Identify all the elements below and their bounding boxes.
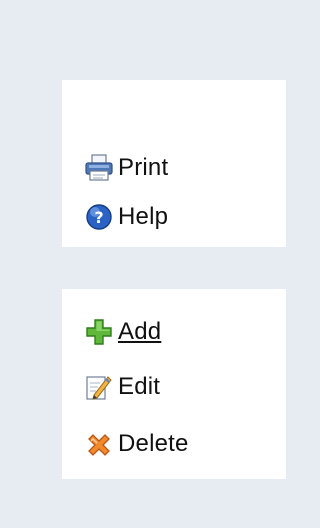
- edit-menu-item[interactable]: Edit: [84, 371, 160, 403]
- delete-icon: [84, 428, 118, 460]
- help-icon: ?: [84, 201, 118, 233]
- svg-text:?: ?: [94, 208, 103, 227]
- help-label: Help: [118, 203, 169, 230]
- print-menu-item[interactable]: Print: [84, 152, 168, 184]
- printer-icon: [84, 152, 118, 184]
- bottom-menu-panel: Add Edit Delete: [62, 289, 286, 479]
- edit-icon: [84, 371, 118, 403]
- top-menu-panel: Print ? Help: [62, 80, 286, 247]
- delete-menu-item[interactable]: Delete: [84, 428, 189, 460]
- edit-label: Edit: [118, 373, 161, 400]
- plus-icon: [84, 316, 118, 348]
- delete-label: Delete: [118, 430, 189, 457]
- add-label: Add: [118, 318, 162, 345]
- print-label: Print: [118, 154, 169, 181]
- add-menu-item[interactable]: Add: [84, 316, 161, 348]
- help-menu-item[interactable]: ? Help: [84, 201, 168, 233]
